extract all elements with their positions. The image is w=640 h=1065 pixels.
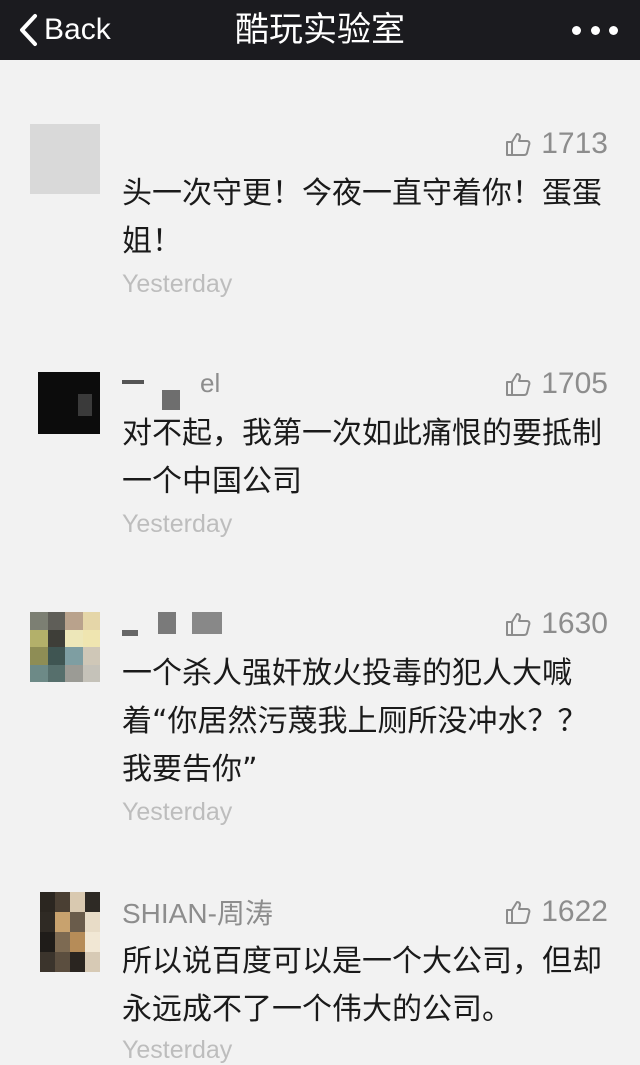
avatar[interactable] xyxy=(30,612,100,682)
thumbs-up-icon xyxy=(506,613,531,636)
nickname[interactable] xyxy=(122,612,222,644)
avatar[interactable] xyxy=(38,372,100,434)
nickname[interactable]: el xyxy=(122,368,220,410)
more-dots-icon[interactable] xyxy=(572,16,618,44)
comment-item: 1713 头一次守更！今夜一直守着你！蛋蛋姐！ Yesterday xyxy=(0,124,640,304)
thumbs-up-icon xyxy=(506,133,531,156)
like-count: 1713 xyxy=(541,127,608,160)
comment-item: el 1705 对不起，我第一次如此痛恨的要抵制一个中国公司 Yesterday xyxy=(0,364,640,544)
comment-time: Yesterday xyxy=(122,1036,233,1064)
nav-bar: Back 酷玩实验室 xyxy=(0,0,640,60)
like-button[interactable]: 1622 xyxy=(505,892,608,932)
like-count: 1622 xyxy=(541,895,608,928)
comment-item: SHIAN-周涛 1622 所以说百度可以是一个大公司，但却永远成不了一个伟大的… xyxy=(0,892,640,1064)
like-count: 1705 xyxy=(541,367,608,400)
comment-text: 对不起，我第一次如此痛恨的要抵制一个中国公司 xyxy=(122,416,602,499)
comment-text: 头一次守更！今夜一直守着你！蛋蛋姐！ xyxy=(122,176,602,259)
like-button[interactable]: 1630 xyxy=(505,604,608,644)
comment-time: Yesterday xyxy=(122,270,233,298)
comment-time: Yesterday xyxy=(122,798,233,826)
avatar[interactable] xyxy=(30,124,100,194)
thumbs-up-icon xyxy=(506,373,531,396)
avatar[interactable] xyxy=(40,892,100,972)
like-count: 1630 xyxy=(541,607,608,640)
comment-text: 一个杀人强奸放火投毒的犯人大喊着“你居然污蔑我上厕所没冲水？？我要告你” xyxy=(122,656,588,787)
comment-time: Yesterday xyxy=(122,510,233,538)
like-button[interactable]: 1713 xyxy=(505,124,608,164)
nickname[interactable]: SHIAN-周涛 xyxy=(122,892,273,932)
comment-item: 1630 一个杀人强奸放火投毒的犯人大喊着“你居然污蔑我上厕所没冲水？？我要告你… xyxy=(0,604,640,834)
like-button[interactable]: 1705 xyxy=(505,364,608,404)
thumbs-up-icon xyxy=(506,901,531,924)
page-title: 酷玩实验室 xyxy=(235,10,405,50)
comment-text: 所以说百度可以是一个大公司，但却永远成不了一个伟大的公司。 xyxy=(122,944,602,1027)
